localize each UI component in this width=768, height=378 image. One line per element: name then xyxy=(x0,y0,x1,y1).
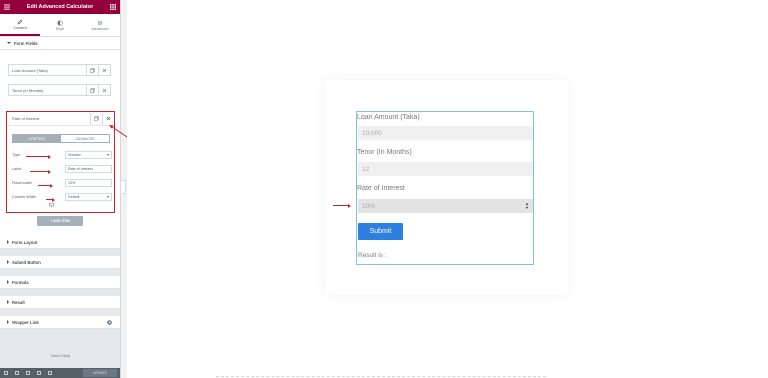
section-submit-button[interactable]: Submit Button xyxy=(0,256,120,269)
need-help-link[interactable]: Need Help xyxy=(0,353,120,358)
submit-button[interactable]: Submit xyxy=(358,223,403,240)
control-column-width: Column Width Default xyxy=(12,192,112,207)
loan-amount-input[interactable]: 10,000 xyxy=(358,126,533,140)
tab-advanced[interactable]: Advanced xyxy=(80,14,120,36)
close-icon[interactable] xyxy=(102,112,114,125)
gear-icon xyxy=(97,20,103,26)
tab-label: Content xyxy=(13,25,27,30)
placeholder-input[interactable]: 10% xyxy=(65,178,112,187)
duplicate-icon[interactable] xyxy=(86,85,98,95)
control-placeholder: Placeholder 10% xyxy=(12,178,112,187)
input-placeholder: 10% xyxy=(362,202,376,210)
widgets-grid-icon[interactable] xyxy=(109,4,116,10)
section-title: Form Fields xyxy=(14,40,38,46)
label-input[interactable]: Rate of Interest xyxy=(65,164,112,173)
history-icon[interactable] xyxy=(26,371,30,375)
annotation-arrow xyxy=(38,183,53,188)
submit-label: Submit xyxy=(369,228,392,235)
preview-eye-icon[interactable] xyxy=(48,371,52,375)
panel-header: Edit Advanced Calculator xyxy=(0,0,120,14)
section-wrapper-link[interactable]: Wrapper Link xyxy=(0,316,120,329)
caret-right-icon xyxy=(7,280,9,284)
calculator-card: Loan Amount (Taka) 10,000 Tenor (In Mont… xyxy=(325,80,568,295)
pencil-icon xyxy=(17,19,23,25)
settings-icon[interactable] xyxy=(4,371,8,375)
result-text: Result is : xyxy=(358,252,387,259)
section-form-fields[interactable]: Form Fields xyxy=(0,37,120,50)
section-title: Wrapper Link xyxy=(12,319,39,325)
annotation-arrow xyxy=(26,154,51,159)
duplicate-icon[interactable] xyxy=(86,65,98,75)
caret-right-icon xyxy=(7,240,9,244)
section-title: Form Layout xyxy=(12,239,38,245)
repeater-item-label: Loan Amount (Taka) xyxy=(12,67,48,73)
tab-style[interactable]: Style xyxy=(40,14,80,36)
section-title: Formula xyxy=(12,279,29,285)
section-title: Result xyxy=(12,299,25,305)
half-circle-icon xyxy=(57,19,63,26)
select-value: Default xyxy=(68,194,80,199)
section-result[interactable]: Result xyxy=(0,296,120,309)
field-label: Loan Amount (Taka) xyxy=(357,114,420,121)
item-tabs: CONTENT ADVANCED xyxy=(12,134,110,143)
caret-right-icon xyxy=(7,260,9,264)
panel-footer: UPDATE xyxy=(0,368,120,378)
tenor-input[interactable]: 12 xyxy=(358,162,533,176)
caret-right-icon xyxy=(7,300,9,304)
caret-right-icon xyxy=(7,320,9,324)
field-label: Rate of Interest xyxy=(357,185,405,192)
duplicate-icon[interactable] xyxy=(90,112,102,125)
annotation-arrow xyxy=(333,203,351,208)
control-label-field: Label Rate of Interest xyxy=(12,164,112,173)
column-width-select[interactable]: Default xyxy=(65,192,112,201)
caret-down-icon xyxy=(7,42,11,44)
pro-badge-icon xyxy=(107,320,112,326)
tab-content[interactable]: Content xyxy=(0,14,40,36)
control-label: Placeholder xyxy=(12,180,33,185)
repeater-item-rate-of-interest[interactable]: Rate of Interest CONTENT ADVANCED Type N… xyxy=(6,111,115,213)
update-button[interactable]: UPDATE xyxy=(83,369,117,377)
section-title: Submit Button xyxy=(12,259,41,265)
panel-title: Edit Advanced Calculator xyxy=(26,4,94,10)
chevron-down-icon xyxy=(107,153,109,156)
panel-collapse-handle[interactable] xyxy=(121,180,126,194)
number-spinner-icon[interactable]: ▲ ▼ xyxy=(525,202,529,210)
annotation-arrow xyxy=(109,125,128,138)
tab-label: Advanced xyxy=(91,26,109,31)
type-select[interactable]: Number xyxy=(65,150,112,159)
section-divider xyxy=(216,376,546,377)
field-label: Tenor (In Months) xyxy=(357,149,412,156)
navigator-icon[interactable] xyxy=(15,371,19,375)
control-label: Label xyxy=(12,166,22,171)
responsive-mode-icon[interactable] xyxy=(37,371,41,375)
item-tab-content[interactable]: CONTENT xyxy=(13,135,61,142)
close-icon[interactable] xyxy=(98,65,110,75)
control-type: Type Number xyxy=(12,150,112,159)
preview-canvas: Loan Amount (Taka) 10,000 Tenor (In Mont… xyxy=(127,0,768,378)
annotation-arrow xyxy=(30,169,51,174)
item-tab-advanced[interactable]: ADVANCED xyxy=(61,135,109,142)
input-placeholder: 10,000 xyxy=(362,129,382,137)
annotation-arrow xyxy=(46,197,55,202)
close-icon[interactable] xyxy=(98,85,110,95)
rate-of-interest-input[interactable]: 10% ▲ ▼ xyxy=(358,199,533,213)
calculator-form[interactable]: Loan Amount (Taka) 10,000 Tenor (In Mont… xyxy=(356,111,534,265)
editor-panel: Edit Advanced Calculator Content Style A… xyxy=(0,0,121,378)
tab-label: Style xyxy=(55,26,65,31)
section-form-layout[interactable]: Form Layout xyxy=(0,236,120,249)
select-value: Number xyxy=(68,152,81,157)
add-item-button[interactable]: + ADD ITEM xyxy=(37,216,83,226)
repeater-item-header[interactable]: Rate of Interest xyxy=(7,112,114,126)
repeater-item-label: Rate of Interest xyxy=(12,116,40,121)
chevron-down-icon xyxy=(107,195,109,198)
repeater-item-label: Tenor (In Months) xyxy=(12,87,44,93)
hamburger-menu-icon[interactable] xyxy=(4,4,10,10)
input-placeholder: 12 xyxy=(362,165,370,173)
section-formula[interactable]: Formula xyxy=(0,276,120,289)
repeater-item-loan-amount[interactable]: Loan Amount (Taka) xyxy=(8,64,111,76)
update-label: UPDATE xyxy=(93,371,107,375)
repeater-item-tenor[interactable]: Tenor (In Months) xyxy=(8,84,111,96)
panel-tabs: Content Style Advanced xyxy=(0,14,120,37)
